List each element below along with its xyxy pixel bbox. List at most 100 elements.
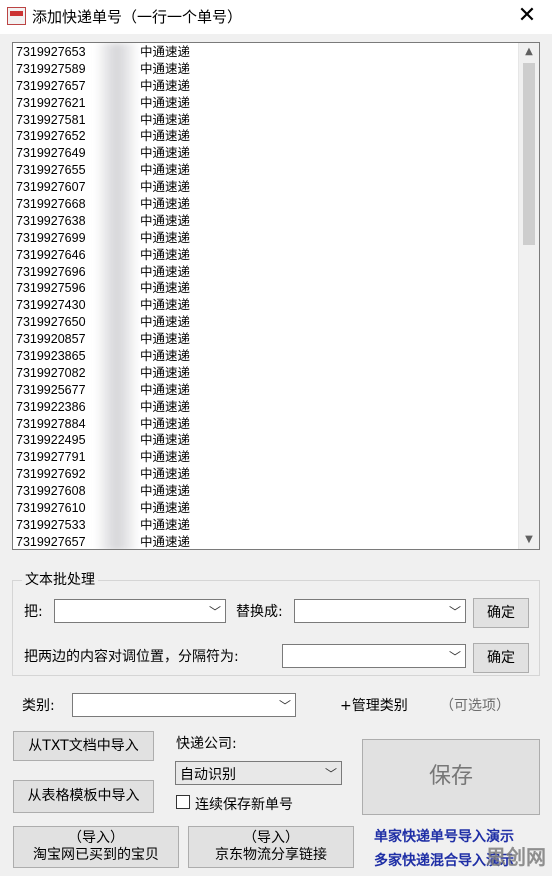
list-item: 7319927791 中通速递 bbox=[16, 449, 516, 466]
courier-name: 中通速递 bbox=[140, 533, 191, 549]
courier-name: 中通速递 bbox=[140, 44, 191, 59]
list-item: 7319923865 中通速递 bbox=[16, 348, 516, 365]
replace-with-label: 替换成: bbox=[236, 604, 283, 620]
manage-category-link[interactable]: +管理类别 bbox=[340, 695, 408, 715]
import-taobao-line1: （导入） bbox=[68, 830, 124, 846]
list-item: 7319927430 中通速递 bbox=[16, 297, 516, 314]
list-item: 7319927646 中通速递 bbox=[16, 247, 516, 264]
scroll-thumb[interactable] bbox=[523, 63, 535, 245]
chevron-down-icon: ﹀ bbox=[208, 605, 221, 619]
list-item: 7319927082 中通速递 bbox=[16, 365, 516, 382]
courier-name: 中通速递 bbox=[140, 398, 191, 414]
list-item: 7319927884 中通速递 bbox=[16, 416, 516, 433]
chevron-down-icon: ﹀ bbox=[448, 605, 461, 619]
chevron-down-icon: ﹀ bbox=[448, 650, 461, 664]
title-bar: 添加快递单号（一行一个单号） ✕ bbox=[0, 0, 552, 34]
save-button[interactable]: 保存 bbox=[362, 739, 540, 815]
courier-name: 中通速递 bbox=[140, 348, 191, 364]
courier-name: 中通速递 bbox=[140, 364, 191, 380]
list-item: 7319927696 中通速递 bbox=[16, 264, 516, 281]
category-label: 类别: bbox=[22, 698, 55, 714]
privacy-blur bbox=[95, 43, 139, 549]
courier-name: 中通速递 bbox=[140, 297, 191, 313]
courier-name: 中通速递 bbox=[140, 381, 191, 397]
list-item: 7319927668 中通速递 bbox=[16, 196, 516, 213]
list-item: 7319927608 中通速递 bbox=[16, 483, 516, 500]
courier-selected-value: 自动识别 bbox=[180, 767, 236, 783]
app-icon bbox=[7, 7, 26, 25]
courier-name: 中通速递 bbox=[140, 432, 191, 448]
batch-processing-title: 文本批处理 bbox=[22, 569, 98, 589]
courier-name: 中通速递 bbox=[140, 196, 191, 212]
list-item: 7319925677 中通速递 bbox=[16, 382, 516, 399]
import-taobao-line2: 淘宝网已买到的宝贝 bbox=[33, 846, 159, 863]
list-item: 7319927657 中通速递 bbox=[16, 533, 516, 549]
list-item: 7319927692 中通速递 bbox=[16, 466, 516, 483]
courier-name: 中通速递 bbox=[140, 466, 191, 482]
separator-combo[interactable]: ﹀ bbox=[282, 644, 466, 668]
courier-name: 中通速递 bbox=[140, 77, 191, 93]
list-item: 7319927638 中通速递 bbox=[16, 213, 516, 230]
category-combo[interactable]: ﹀ bbox=[72, 693, 296, 717]
import-jd-line1: （导入） bbox=[243, 830, 299, 846]
list-item: 7319927699 中通速递 bbox=[16, 230, 516, 247]
scroll-up-arrow-icon[interactable]: ▲ bbox=[519, 43, 539, 61]
list-item: 7319927655 中通速递 bbox=[16, 162, 516, 179]
replace-label: 把: bbox=[24, 604, 43, 620]
watermark: 思创网 bbox=[486, 845, 546, 869]
list-item: 7319920857 中通速递 bbox=[16, 331, 516, 348]
window-title: 添加快递单号（一行一个单号） bbox=[32, 8, 243, 26]
import-txt-button[interactable]: 从TXT文档中导入 bbox=[13, 731, 154, 761]
courier-name: 中通速递 bbox=[140, 94, 191, 110]
list-item: 7319927533 中通速递 bbox=[16, 517, 516, 534]
scroll-down-arrow-icon[interactable]: ▼ bbox=[519, 531, 539, 549]
list-item: 7319927621 中通速递 bbox=[16, 95, 516, 112]
courier-name: 中通速递 bbox=[140, 162, 191, 178]
close-button[interactable]: ✕ bbox=[512, 2, 542, 30]
replace-source-combo[interactable]: ﹀ bbox=[54, 599, 226, 623]
list-item: 7319922495 中通速递 bbox=[16, 432, 516, 449]
import-excel-button[interactable]: 从表格模板中导入 bbox=[13, 780, 154, 813]
courier-name: 中通速递 bbox=[140, 500, 191, 516]
courier-name: 中通速递 bbox=[140, 415, 191, 431]
import-taobao-button[interactable]: （导入） 淘宝网已买到的宝贝 bbox=[13, 826, 179, 868]
list-item: 7319927610 中通速递 bbox=[16, 500, 516, 517]
list-item: 7319927652 中通速递 bbox=[16, 128, 516, 145]
chevron-down-icon: ﹀ bbox=[278, 699, 291, 713]
import-jd-button[interactable]: （导入） 京东物流分享链接 bbox=[188, 826, 354, 868]
list-item: 7319927589 中通速递 bbox=[16, 61, 516, 78]
swap-confirm-button[interactable]: 确定 bbox=[473, 643, 529, 673]
courier-label: 快递公司: bbox=[176, 736, 237, 752]
continuous-save-checkbox[interactable] bbox=[176, 795, 190, 809]
courier-name: 中通速递 bbox=[140, 449, 191, 465]
courier-name: 中通速递 bbox=[140, 280, 191, 296]
courier-name: 中通速递 bbox=[140, 111, 191, 127]
courier-name: 中通速递 bbox=[140, 516, 191, 532]
chevron-down-icon: ﹀ bbox=[324, 767, 337, 781]
list-item: 7319922386 中通速递 bbox=[16, 399, 516, 416]
list-item: 7319927581 中通速递 bbox=[16, 112, 516, 129]
courier-name: 中通速递 bbox=[140, 128, 191, 144]
courier-name: 中通速递 bbox=[140, 229, 191, 245]
list-item: 7319927649 中通速递 bbox=[16, 145, 516, 162]
list-item: 7319927653 中通速递 bbox=[16, 44, 516, 61]
courier-combo[interactable]: 自动识别 ﹀ bbox=[175, 761, 342, 785]
courier-name: 中通速递 bbox=[140, 212, 191, 228]
vertical-scrollbar[interactable]: ▲ ▼ bbox=[518, 43, 539, 549]
import-jd-line2: 京东物流分享链接 bbox=[215, 846, 327, 863]
continuous-save-label: 连续保存新单号 bbox=[195, 797, 293, 813]
replace-target-combo[interactable]: ﹀ bbox=[294, 599, 466, 623]
tracking-number-list: 7319927653 中通速递 7319927589 中通速递 7319927657 中通… bbox=[16, 44, 516, 549]
courier-name: 中通速递 bbox=[140, 263, 191, 279]
list-item: 7319927657 中通速递 bbox=[16, 78, 516, 95]
courier-name: 中通速递 bbox=[140, 331, 191, 347]
optional-hint: （可选项） bbox=[440, 698, 510, 714]
swap-label: 把两边的内容对调位置，分隔符为: bbox=[24, 649, 239, 665]
courier-name: 中通速递 bbox=[140, 179, 191, 195]
courier-name: 中通速递 bbox=[140, 60, 191, 76]
tracking-number-textarea[interactable]: 7319927653 中通速递 7319927589 中通速递 7319927657 中通… bbox=[12, 42, 540, 550]
courier-name: 中通速递 bbox=[140, 145, 191, 161]
list-item: 7319927607 中通速递 bbox=[16, 179, 516, 196]
courier-name: 中通速递 bbox=[140, 246, 191, 262]
replace-confirm-button[interactable]: 确定 bbox=[473, 598, 529, 628]
